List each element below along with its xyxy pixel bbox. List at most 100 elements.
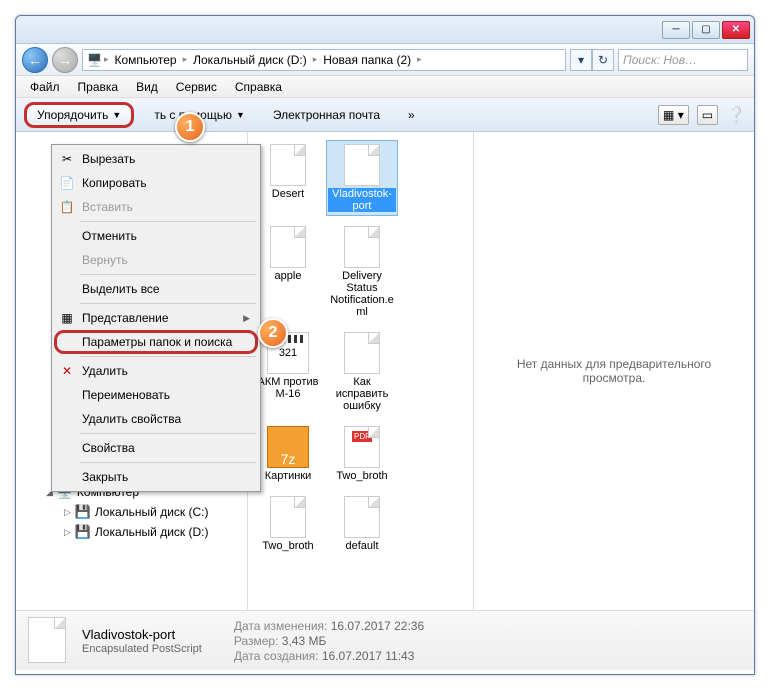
separator xyxy=(80,303,256,304)
file-label: АКМ против М-16 xyxy=(254,376,322,400)
file-item[interactable]: PDFTwo_broth xyxy=(326,422,398,486)
file-item-selected[interactable]: Vladivostok-port xyxy=(326,140,398,216)
dd-label: Параметры папок и поиска xyxy=(82,335,232,349)
preview-empty-text: Нет данных для предварительного просмотр… xyxy=(494,357,734,385)
menu-service[interactable]: Сервис xyxy=(168,78,225,96)
details-modified-value: 16.07.2017 22:36 xyxy=(331,619,424,633)
file-label: Two_broth xyxy=(262,540,313,552)
dd-cut[interactable]: ✂ Вырезать xyxy=(54,147,258,171)
file-item[interactable]: Desert xyxy=(252,140,324,216)
preview-pane-button[interactable]: ▭ xyxy=(697,105,718,125)
back-button[interactable]: ← xyxy=(22,47,48,73)
dd-paste: 📋Вставить xyxy=(54,195,258,219)
file-icon xyxy=(28,617,70,665)
details-modified-label: Дата изменения: xyxy=(234,619,328,633)
address-bar[interactable]: 🖥️ ▸ Компьютер ▸ Локальный диск (D:) ▸ Н… xyxy=(82,49,566,71)
file-item[interactable]: Как исправить ошибку xyxy=(326,328,398,416)
file-item[interactable]: Two_broth xyxy=(252,492,324,556)
menu-edit[interactable]: Правка xyxy=(70,78,127,96)
chevron-right-icon: ▶ xyxy=(243,313,250,324)
tree-disk-d[interactable]: ▷💾Локальный диск (D:) xyxy=(16,522,247,542)
expand-icon[interactable]: ▷ xyxy=(64,507,71,518)
maximize-button[interactable]: ▢ xyxy=(692,21,720,39)
details-filetype: Encapsulated PostScript xyxy=(82,643,202,655)
menu-view[interactable]: Вид xyxy=(128,78,166,96)
file-item[interactable]: Delivery Status Notification.eml xyxy=(326,222,398,322)
close-button[interactable]: ✕ xyxy=(722,21,750,39)
separator xyxy=(80,356,256,357)
file-label: Как исправить ошибку xyxy=(328,376,396,412)
view-options-button[interactable]: ▦ ▾ xyxy=(658,105,689,125)
dd-rename[interactable]: Переименовать xyxy=(54,383,258,407)
minimize-button[interactable]: ─ xyxy=(662,21,690,39)
chevron-down-icon: ▼ xyxy=(236,110,245,120)
history-dropdown-button[interactable]: ▾ xyxy=(570,49,592,71)
separator xyxy=(80,462,256,463)
file-item[interactable]: apple xyxy=(252,222,324,322)
menu-file[interactable]: Файл xyxy=(22,78,68,96)
menu-bar: Файл Правка Вид Сервис Справка xyxy=(16,76,754,98)
dd-layout[interactable]: ▦Представление▶ xyxy=(54,306,258,330)
file-item[interactable]: default xyxy=(326,492,398,556)
dd-folder-options[interactable]: Параметры папок и поиска xyxy=(54,330,258,354)
dd-select-all[interactable]: Выделить все xyxy=(54,277,258,301)
dd-label: Свойства xyxy=(82,441,135,455)
file-area: Desert Vladivostok-port apple Delivery S… xyxy=(248,132,754,610)
computer-icon: 🖥️ xyxy=(87,53,102,67)
expand-icon[interactable]: ▷ xyxy=(64,527,71,538)
organize-label: Упорядочить xyxy=(37,108,108,122)
tree-label: Локальный диск (D:) xyxy=(95,525,209,539)
dd-label: Вернуть xyxy=(82,253,128,267)
file-item[interactable]: 7z Картинки xyxy=(252,422,324,486)
menu-help[interactable]: Справка xyxy=(227,78,290,96)
dd-delete[interactable]: ✕ Удалить xyxy=(54,359,258,383)
organize-dropdown: ✂ Вырезать 📄Копировать 📋Вставить Отменить… xyxy=(51,144,261,492)
dd-label: Выделить все xyxy=(82,282,160,296)
dd-close[interactable]: Закрыть xyxy=(54,465,258,489)
archive-icon: 7z xyxy=(267,426,309,468)
refresh-button[interactable]: ↻ xyxy=(592,49,614,71)
tree-label: Локальный диск (C:) xyxy=(95,505,209,519)
search-placeholder: Поиск: Нов… xyxy=(623,53,697,67)
file-icon xyxy=(270,226,306,268)
dd-label: Представление xyxy=(82,311,169,325)
chevron-right-icon: ▸ xyxy=(313,54,318,65)
dd-label: Закрыть xyxy=(82,470,128,484)
callout-2: 2 xyxy=(258,318,288,348)
help-icon[interactable]: ❔ xyxy=(726,105,746,125)
file-label: Картинки xyxy=(265,470,312,482)
titlebar: ─ ▢ ✕ xyxy=(16,16,754,44)
email-button[interactable]: Электронная почта xyxy=(265,105,388,125)
file-label: default xyxy=(345,540,378,552)
breadcrumb-computer[interactable]: Компьютер xyxy=(110,53,180,67)
preview-pane: Нет данных для предварительного просмотр… xyxy=(473,132,754,610)
pdf-icon: PDF xyxy=(341,426,383,468)
more-button[interactable]: » xyxy=(400,105,423,125)
dd-redo: Вернуть xyxy=(54,248,258,272)
search-input[interactable]: Поиск: Нов… xyxy=(618,49,748,71)
breadcrumb-folder[interactable]: Новая папка (2) xyxy=(319,53,415,67)
file-icon xyxy=(344,144,380,186)
organize-button[interactable]: Упорядочить ▼ xyxy=(24,102,134,128)
forward-button[interactable]: → xyxy=(52,47,78,73)
dd-label: Переименовать xyxy=(82,388,170,402)
file-icon xyxy=(270,144,306,186)
dd-undo[interactable]: Отменить xyxy=(54,224,258,248)
file-list[interactable]: Desert Vladivostok-port apple Delivery S… xyxy=(248,132,473,610)
dd-label: Отменить xyxy=(82,229,137,243)
separator xyxy=(80,433,256,434)
dd-copy[interactable]: 📄Копировать xyxy=(54,171,258,195)
details-size-value: 3,43 МБ xyxy=(282,634,327,648)
dd-remove-props[interactable]: Удалить свойства xyxy=(54,407,258,431)
cut-icon: ✂ xyxy=(59,151,75,167)
dd-label: Удалить xyxy=(82,364,128,378)
dd-properties[interactable]: Свойства xyxy=(54,436,258,460)
chevron-right-icon: ▸ xyxy=(183,54,188,65)
delete-icon: ✕ xyxy=(59,363,75,379)
file-label: Delivery Status Notification.eml xyxy=(328,270,396,318)
breadcrumb-disk-d[interactable]: Локальный диск (D:) xyxy=(189,53,311,67)
dd-label: Вырезать xyxy=(82,152,135,166)
command-bar: Упорядочить ▼ ть с помощью ▼ Электронная… xyxy=(16,98,754,132)
details-filename: Vladivostok-port xyxy=(82,627,202,642)
tree-disk-c[interactable]: ▷💾Локальный диск (C:) xyxy=(16,502,247,522)
